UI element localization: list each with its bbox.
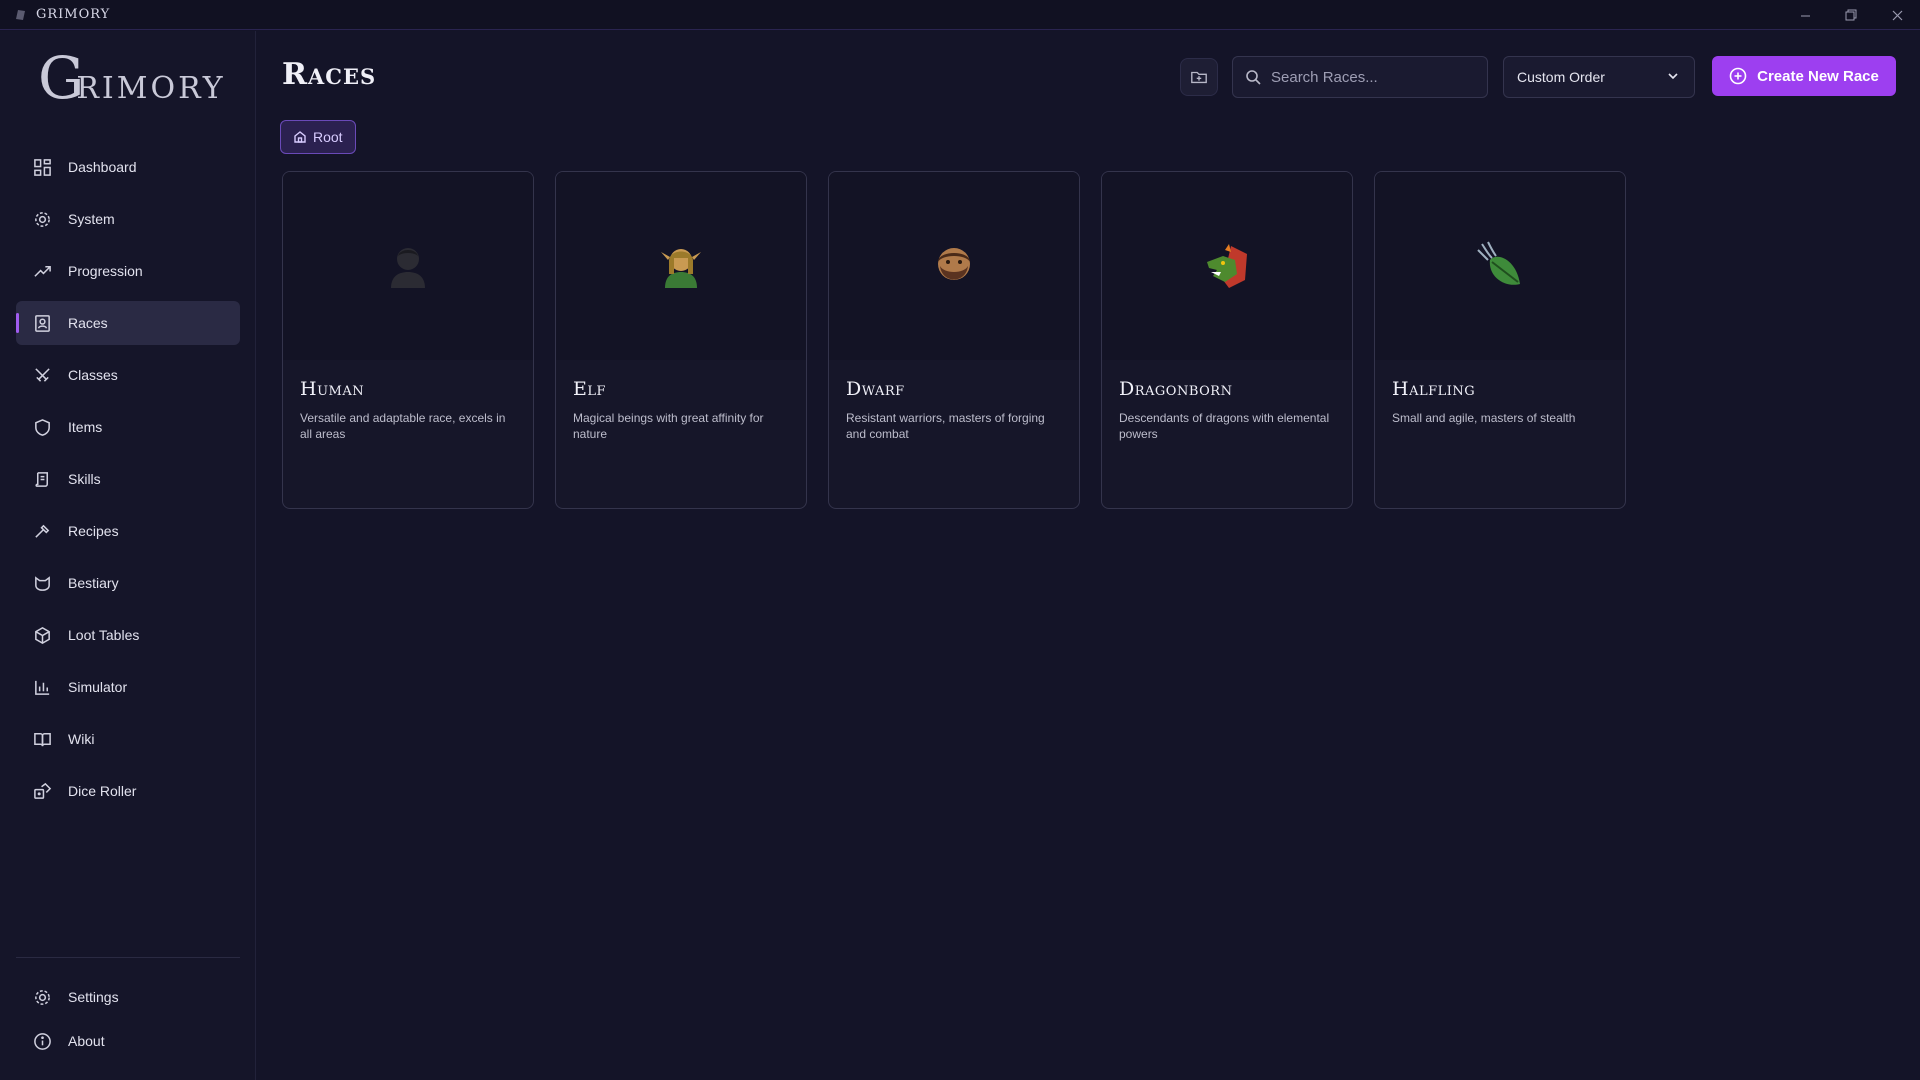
sidebar-item-label: System [68, 211, 115, 227]
sidebar-item-simulator[interactable]: Simulator [16, 665, 240, 709]
card-image-area [1102, 172, 1352, 360]
chevron-down-icon [1666, 69, 1680, 86]
shield-icon [32, 417, 52, 437]
sidebar-item-label: Wiki [68, 731, 95, 747]
search-box[interactable] [1232, 56, 1488, 98]
race-card-grid: Human Versatile and adaptable race, exce… [282, 171, 1647, 509]
app-logo: G RIMORY [38, 49, 226, 107]
card-image-area [1375, 172, 1625, 360]
sidebar-item-settings[interactable]: Settings [16, 975, 240, 1019]
bottom-nav: Settings About [16, 975, 240, 1063]
new-folder-button[interactable] [1180, 58, 1218, 96]
logo-text: RIMORY [76, 71, 226, 106]
sidebar-item-label: About [68, 1033, 105, 1049]
sort-order-select[interactable]: Custom Order [1503, 56, 1695, 98]
app-icon [14, 8, 28, 22]
sidebar-item-label: Recipes [68, 523, 119, 539]
race-card-dwarf[interactable]: Dwarf Resistant warriors, masters of for… [828, 171, 1080, 509]
search-icon [1245, 69, 1261, 85]
person-dark-icon [391, 248, 425, 288]
sidebar-item-label: Skills [68, 471, 101, 487]
sidebar-item-label: Simulator [68, 679, 128, 695]
sidebar-item-label: Progression [68, 263, 143, 279]
sidebar-item-label: Bestiary [68, 575, 119, 591]
race-description: Resistant warriors, masters of forging a… [846, 411, 1045, 441]
sidebar-item-dice-roller[interactable]: Dice Roller [16, 769, 240, 813]
sidebar-item-items[interactable]: Items [16, 405, 240, 449]
elf-icon [661, 249, 701, 288]
home-icon [293, 130, 307, 144]
window-title: GRIMORY [36, 7, 111, 22]
scroll-icon [32, 469, 52, 489]
info-icon [32, 1031, 52, 1051]
sidebar-item-label: Settings [68, 989, 119, 1005]
page-title: Races [282, 57, 377, 92]
crossed-swords-icon [32, 365, 52, 385]
hammer-icon [32, 521, 52, 541]
sidebar-item-loot-tables[interactable]: Loot Tables [16, 613, 240, 657]
sort-order-value: Custom Order [1517, 69, 1605, 85]
search-input[interactable] [1271, 68, 1471, 86]
race-description: Versatile and adaptable race, excels in … [300, 411, 506, 441]
contact-book-icon [32, 313, 52, 333]
card-image-area [556, 172, 806, 360]
race-description: Small and agile, masters of stealth [1392, 411, 1576, 425]
sidebar-item-wiki[interactable]: Wiki [16, 717, 240, 761]
dragon-face-icon [1207, 244, 1247, 288]
plus-circle-icon [1729, 67, 1747, 85]
dice-icon [32, 781, 52, 801]
race-name: Elf [573, 378, 607, 400]
race-description: Magical beings with great affinity for n… [573, 411, 764, 441]
title-bar: GRIMORY [0, 0, 1920, 30]
leaf-wind-icon [1477, 241, 1520, 285]
folder-plus-icon [1190, 68, 1208, 86]
breadcrumb-root[interactable]: Root [280, 120, 356, 154]
settings-icon [32, 987, 52, 1007]
sidebar-item-label: Items [68, 419, 103, 435]
sidebar-item-label: Classes [68, 367, 118, 383]
bearded-man-icon [938, 248, 970, 280]
main-content: Races Custom Order Create New Race Root [257, 31, 1920, 1080]
sidebar-item-label: Dashboard [68, 159, 137, 175]
minimize-icon[interactable] [1782, 0, 1828, 30]
sidebar-item-recipes[interactable]: Recipes [16, 509, 240, 553]
race-description: Descendants of dragons with elemental po… [1119, 411, 1330, 441]
race-card-elf[interactable]: Elf Magical beings with great affinity f… [555, 171, 807, 509]
sidebar-item-label: Loot Tables [68, 627, 140, 643]
race-name: Human [300, 378, 365, 400]
main-nav: Dashboard System Progression Races Class… [16, 145, 240, 821]
sidebar-item-bestiary[interactable]: Bestiary [16, 561, 240, 605]
restore-icon[interactable] [1828, 0, 1874, 30]
sidebar-item-progression[interactable]: Progression [16, 249, 240, 293]
close-icon[interactable] [1874, 0, 1920, 30]
race-name: Dragonborn [1119, 378, 1233, 400]
cat-face-icon [32, 573, 52, 593]
package-icon [32, 625, 52, 645]
create-button-label: Create New Race [1757, 67, 1879, 85]
trending-up-icon [32, 261, 52, 281]
breadcrumb-label: Root [313, 129, 343, 145]
sidebar-item-about[interactable]: About [16, 1019, 240, 1063]
sidebar-item-dashboard[interactable]: Dashboard [16, 145, 240, 189]
race-card-halfling[interactable]: Halfling Small and agile, masters of ste… [1374, 171, 1626, 509]
sidebar-divider [16, 957, 240, 958]
race-card-dragonborn[interactable]: Dragonborn Descendants of dragons with e… [1101, 171, 1353, 509]
bar-chart-icon [32, 677, 52, 697]
card-image-area [829, 172, 1079, 360]
sidebar-item-classes[interactable]: Classes [16, 353, 240, 397]
sidebar-item-system[interactable]: System [16, 197, 240, 241]
sidebar: G RIMORY Dashboard System Progression Ra… [0, 31, 256, 1080]
sidebar-item-skills[interactable]: Skills [16, 457, 240, 501]
sidebar-item-label: Races [68, 315, 108, 331]
card-image-area [283, 172, 533, 360]
gear-icon [32, 209, 52, 229]
create-new-race-button[interactable]: Create New Race [1712, 56, 1896, 96]
race-name: Halfling [1392, 378, 1476, 400]
open-book-icon [32, 729, 52, 749]
race-card-human[interactable]: Human Versatile and adaptable race, exce… [282, 171, 534, 509]
dashboard-icon [32, 157, 52, 177]
race-name: Dwarf [846, 378, 905, 400]
sidebar-item-label: Dice Roller [68, 783, 137, 799]
sidebar-item-races[interactable]: Races [16, 301, 240, 345]
